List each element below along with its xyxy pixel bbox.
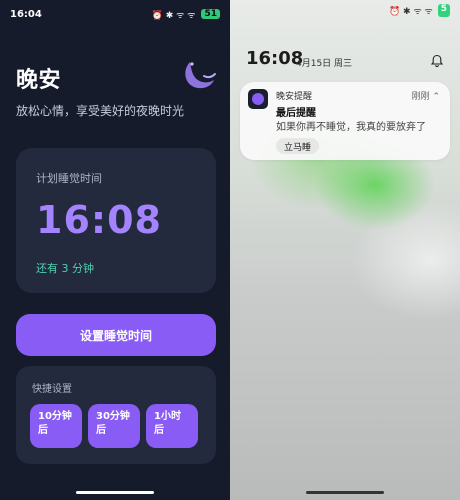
lock-status-icons: ⏰ ✱ ᯤ ᯤ bbox=[388, 7, 433, 17]
status-time: 16:04 bbox=[10, 8, 42, 20]
planned-time-value: 16:08 bbox=[36, 198, 162, 242]
status-icons: ⏰ ✱ ᯤ ᯤ 51 bbox=[152, 8, 220, 21]
bell-icon[interactable] bbox=[430, 54, 444, 68]
notification-time[interactable]: 刚刚 ⌃ bbox=[412, 89, 440, 102]
lock-battery-icon: 5 bbox=[437, 4, 450, 17]
lock-status-bar: ⏰ ✱ ᯤ ᯤ 5 bbox=[389, 4, 450, 17]
notification-app-name: 晚安提醒 bbox=[276, 92, 313, 102]
app-subtitle: 放松心情，享受美好的夜晚时光 bbox=[16, 104, 185, 118]
lock-date: 4月15日 周三 bbox=[296, 59, 353, 69]
moon-icon bbox=[185, 62, 216, 89]
set-bedtime-button[interactable]: 设置睡觉时间 bbox=[16, 314, 216, 356]
app-icon bbox=[248, 89, 268, 109]
quick-settings-label: 快捷设置 bbox=[32, 384, 72, 395]
battery-icon: 51 bbox=[201, 9, 220, 19]
app-title: 晚安 bbox=[16, 68, 62, 93]
remaining-time: 还有 3 分钟 bbox=[36, 262, 94, 275]
chevron-up-icon[interactable]: ⌃ bbox=[432, 92, 440, 102]
sleep-now-button[interactable]: 立马睡 bbox=[276, 138, 320, 154]
notification-title: 最后提醒 bbox=[276, 108, 316, 119]
home-indicator[interactable] bbox=[76, 491, 154, 494]
lock-home-indicator[interactable] bbox=[306, 491, 384, 494]
quick-1hour-button[interactable]: 1小时后 bbox=[146, 404, 198, 448]
lock-screen: ⏰ ✱ ᯤ ᯤ 5 16:08 4月15日 周三 晚安提醒 刚刚 ⌃ 最后提醒 … bbox=[230, 0, 460, 500]
notification-body: 如果你再不睡觉，我真的要放弃了 bbox=[276, 122, 426, 133]
bedtime-card: 计划睡觉时间 16:08 还有 3 分钟 bbox=[16, 148, 216, 293]
quick-30min-button[interactable]: 30分钟后 bbox=[88, 404, 140, 448]
planned-time-label: 计划睡觉时间 bbox=[36, 172, 102, 185]
status-icon-group: ⏰ ✱ ᯤ ᯤ bbox=[151, 10, 196, 21]
status-bar: 16:04 ⏰ ✱ ᯤ ᯤ 51 bbox=[0, 0, 230, 28]
lock-time: 16:08 bbox=[246, 48, 304, 69]
app-screen: 16:04 ⏰ ✱ ᯤ ᯤ 51 晚安 放松心情，享受美好的夜晚时光 计划睡觉时… bbox=[0, 0, 230, 500]
notification-card[interactable]: 晚安提醒 刚刚 ⌃ 最后提醒 如果你再不睡觉，我真的要放弃了 立马睡 bbox=[240, 82, 450, 160]
quick-10min-button[interactable]: 10分钟后 bbox=[30, 404, 82, 448]
quick-settings-card: 快捷设置 10分钟后 30分钟后 1小时后 bbox=[16, 366, 216, 464]
